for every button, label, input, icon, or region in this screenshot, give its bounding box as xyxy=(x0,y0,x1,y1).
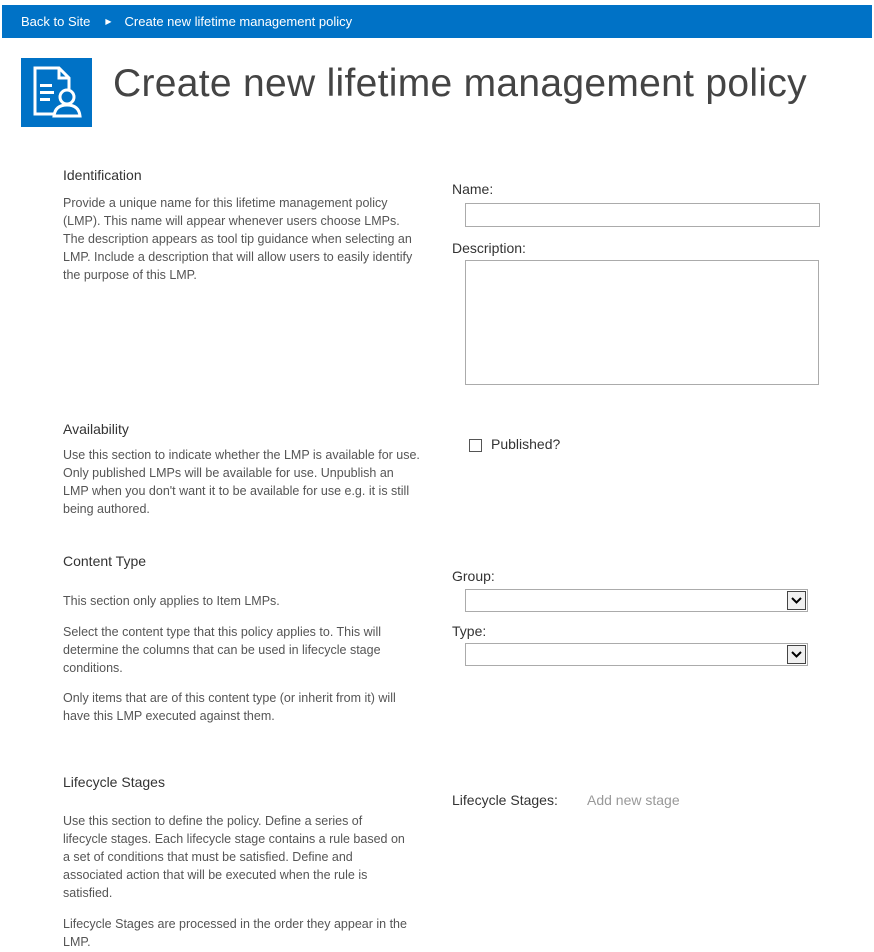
chevron-down-icon xyxy=(787,645,806,664)
identification-description: Provide a unique name for this lifetime … xyxy=(63,196,413,282)
group-select[interactable] xyxy=(465,589,808,612)
lifecycle-stages-title: Lifecycle Stages xyxy=(63,774,165,790)
published-checkbox[interactable] xyxy=(469,439,482,452)
content-type-description-2: Only items that are of this content type… xyxy=(63,691,396,723)
published-label: Published? xyxy=(491,436,561,452)
identification-title: Identification xyxy=(63,167,142,183)
policy-document-icon xyxy=(21,58,92,127)
breadcrumb-separator-icon: ▶ xyxy=(105,16,112,26)
lifecycle-stages-label: Lifecycle Stages: xyxy=(452,792,558,808)
availability-title: Availability xyxy=(63,421,129,437)
content-type-title: Content Type xyxy=(63,553,147,569)
content-type-description: Select the content type that this policy… xyxy=(63,625,381,675)
lifecycle-stages-description: Use this section to define the policy. D… xyxy=(63,814,405,900)
breadcrumb-current: Create new lifetime management policy xyxy=(124,14,353,29)
page-title: Create new lifetime management policy xyxy=(113,62,807,105)
description-textarea[interactable] xyxy=(465,260,819,385)
top-navigation-bar: Back to Site ▶ Create new lifetime manag… xyxy=(2,5,872,38)
type-label: Type: xyxy=(452,623,487,639)
group-label: Group: xyxy=(452,568,495,584)
type-select[interactable] xyxy=(465,643,808,666)
name-input[interactable] xyxy=(465,203,820,227)
content-type-note: This section only applies to Item LMPs. xyxy=(63,594,280,608)
name-label: Name: xyxy=(452,181,494,197)
chevron-down-icon xyxy=(787,591,806,610)
back-to-site-link[interactable]: Back to Site xyxy=(21,14,90,29)
lifecycle-stages-description-2: Lifecycle Stages are processed in the or… xyxy=(63,917,407,949)
availability-description: Use this section to indicate whether the… xyxy=(63,448,420,516)
add-new-stage-link[interactable]: Add new stage xyxy=(587,792,680,808)
description-label: Description: xyxy=(452,240,526,256)
